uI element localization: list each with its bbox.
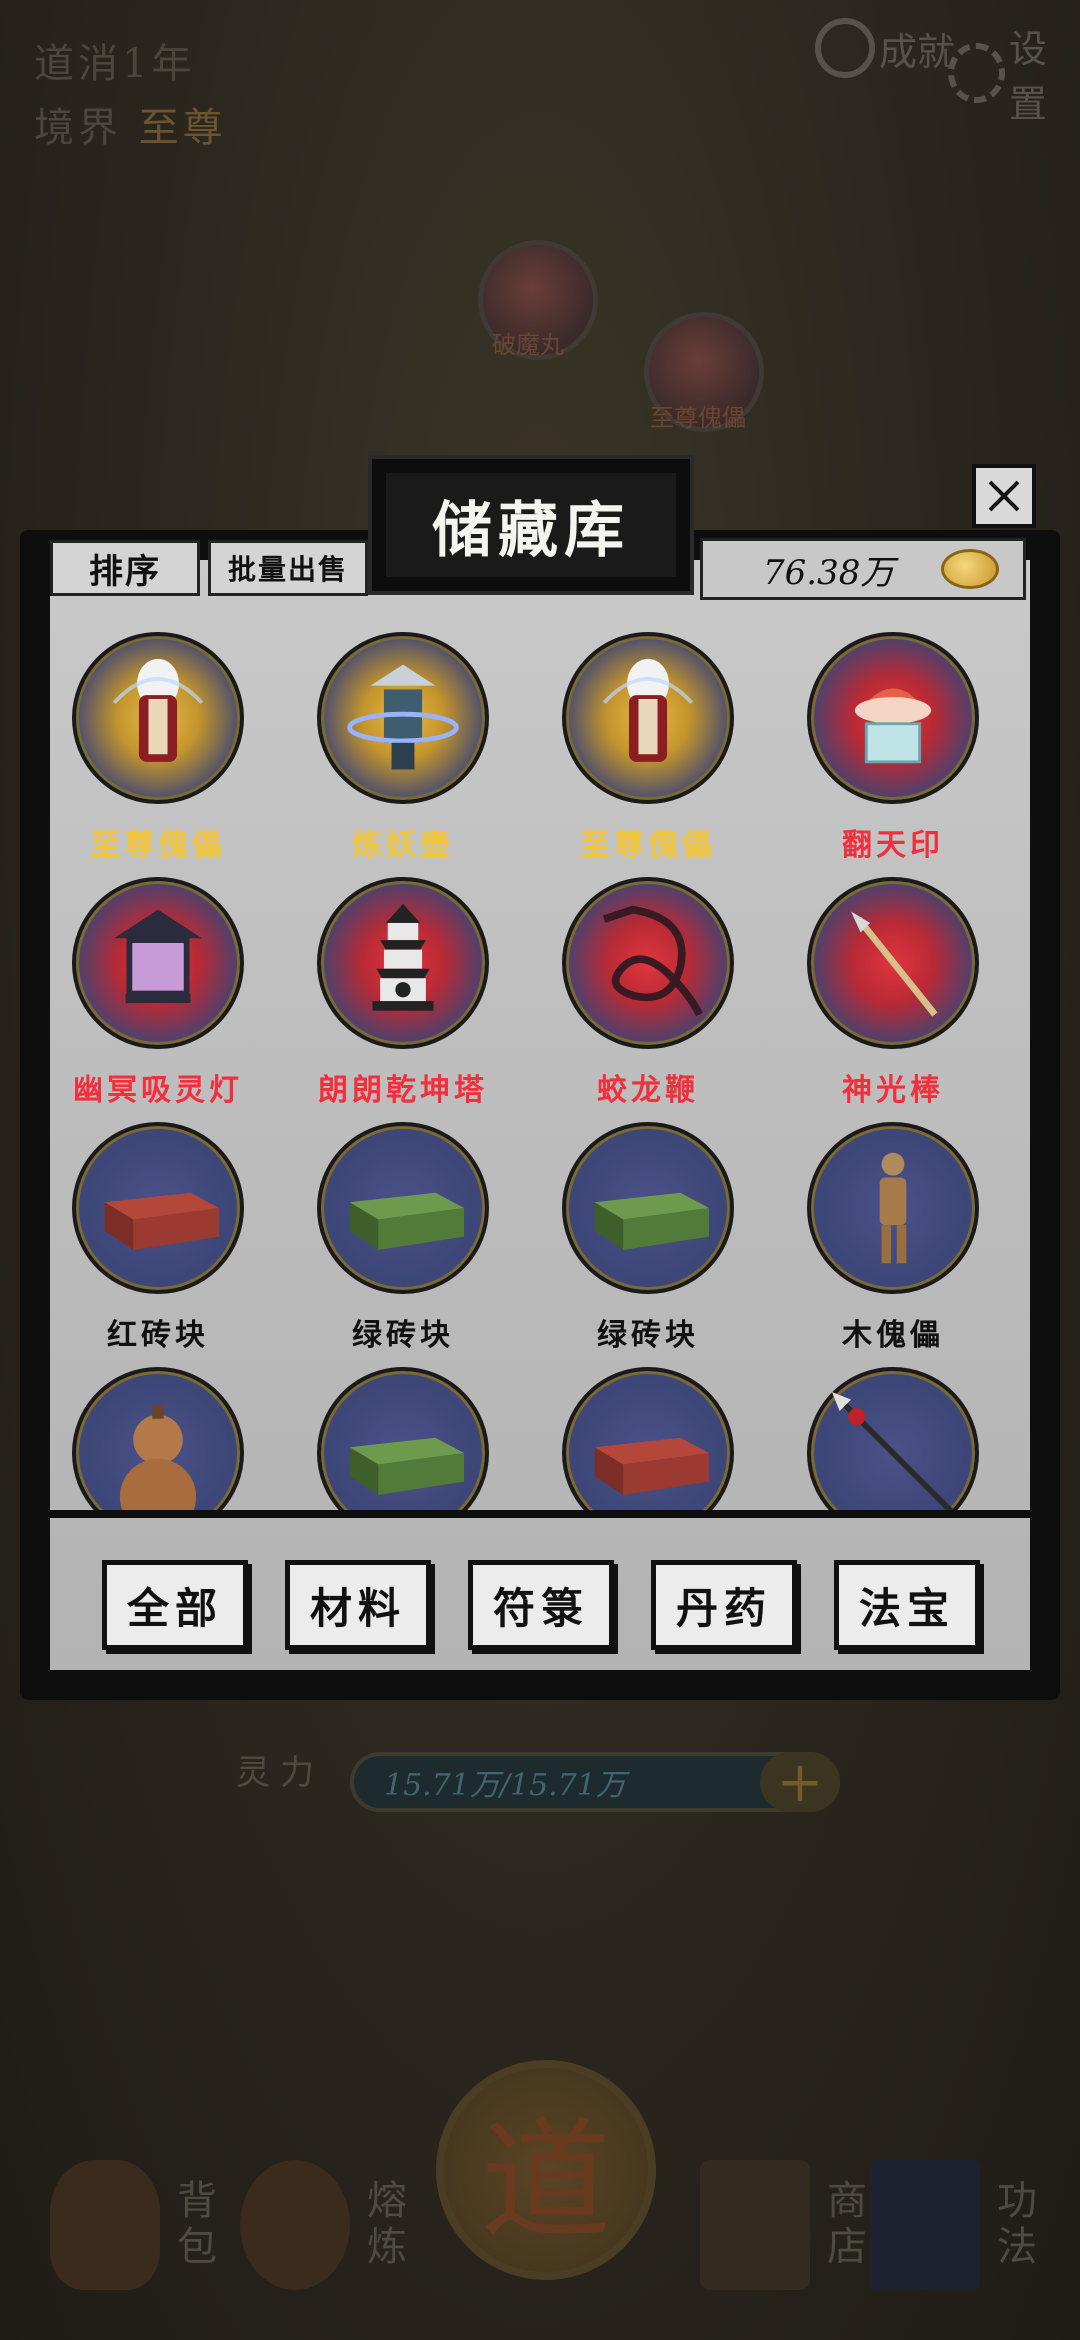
dao-glyph: 道 <box>480 2105 611 2257</box>
nav-bag[interactable]: 背包 <box>50 2160 222 2290</box>
pagoda-icon <box>372 903 434 1011</box>
red-brick-icon <box>104 1192 220 1250</box>
item-name: 幽冥吸灵灯 <box>73 1073 243 1108</box>
green-brick-icon <box>349 1192 465 1250</box>
nav-skills[interactable]: 功法 <box>870 2160 1042 2290</box>
nav-label: 背包 <box>170 2179 216 2271</box>
sort-button[interactable]: 排序 <box>50 540 200 596</box>
seal-icon <box>854 688 932 764</box>
item-slot[interactable] <box>317 632 489 804</box>
item-name: 至尊傀儡 <box>90 828 226 863</box>
spirit-add-button[interactable]: + <box>760 1750 840 1815</box>
book-icon <box>870 2160 980 2290</box>
item-name: 炼妖壶 <box>352 828 454 863</box>
settings-label: 设置 <box>1008 27 1047 126</box>
achievement-button[interactable]: 成就 <box>815 18 955 78</box>
dao-button[interactable]: 道 <box>436 2060 656 2280</box>
nav-label: 商店 <box>820 2179 866 2271</box>
item-slot[interactable] <box>807 632 979 804</box>
realm-label: 境界 <box>34 105 122 151</box>
nav-smelt[interactable]: 熔炼 <box>240 2160 412 2290</box>
item-slot[interactable] <box>72 1367 244 1512</box>
grid-divider <box>50 1510 1030 1518</box>
dao-age: 道消1年 <box>34 41 196 87</box>
lamp-icon <box>114 909 202 1004</box>
scroll-icon <box>700 2160 810 2290</box>
smelt-icon <box>240 2160 350 2290</box>
item-slot[interactable] <box>807 1367 979 1512</box>
item-slot[interactable] <box>72 632 244 804</box>
item-slot[interactable] <box>317 1367 489 1512</box>
item-name: 红砖块 <box>107 1318 209 1353</box>
item-name: 绿砖块 <box>597 1318 699 1353</box>
tab-talismans[interactable]: 符箓 <box>468 1560 614 1650</box>
player-info: 道消1年 境界 至尊 <box>34 32 227 160</box>
realm-value: 至尊 <box>138 105 227 151</box>
item-slot[interactable] <box>562 1367 734 1512</box>
item-slot[interactable] <box>562 632 734 804</box>
bulk-sell-button[interactable]: 批量出售 <box>208 540 368 596</box>
wood-puppet-icon <box>879 1152 907 1264</box>
coin-icon <box>941 549 999 589</box>
item-name: 蛟龙鞭 <box>597 1073 699 1108</box>
item-name: 翻天印 <box>842 828 944 863</box>
dialog-title-plate: 储藏库 <box>368 455 694 595</box>
spirit-label: 灵力 <box>236 1753 324 1793</box>
coin-value: 76.38万 <box>763 552 895 593</box>
orb-label: 至尊傀儡 <box>650 404 746 432</box>
item-slot[interactable] <box>317 1122 489 1294</box>
item-slot[interactable] <box>72 877 244 1049</box>
nav-label: 熔炼 <box>360 2179 406 2271</box>
item-slot[interactable] <box>562 877 734 1049</box>
lantern-pot-icon <box>347 664 459 770</box>
puppet-icon <box>112 658 204 762</box>
item-name: 朗朗乾坤塔 <box>318 1073 488 1108</box>
nav-shop[interactable]: 商店 <box>700 2160 872 2290</box>
achievement-label: 成就 <box>879 29 956 74</box>
item-name: 神光棒 <box>842 1073 944 1108</box>
item-name: 木傀儡 <box>842 1318 944 1353</box>
achievement-icon <box>815 18 875 78</box>
red-brick-icon <box>594 1437 710 1495</box>
item-slot[interactable] <box>317 877 489 1049</box>
green-brick-icon <box>594 1192 710 1250</box>
tab-treasures[interactable]: 法宝 <box>834 1560 980 1650</box>
tab-pills[interactable]: 丹药 <box>651 1560 797 1650</box>
tab-materials[interactable]: 材料 <box>285 1560 431 1650</box>
item-slot[interactable] <box>562 1122 734 1294</box>
item-slot[interactable] <box>72 1122 244 1294</box>
gear-icon <box>948 43 1005 103</box>
item-grid: 至尊傀儡 炼妖壶 至尊傀儡 翻天印幽冥吸灵灯 朗朗乾坤塔 蛟龙鞭 神光棒红砖块 绿砖块 绿砖块 木… <box>50 600 1030 1512</box>
puppet-icon <box>602 658 694 762</box>
green-brick-icon <box>349 1437 465 1495</box>
staff-icon <box>851 911 938 1017</box>
dialog-title: 储藏库 <box>386 473 676 577</box>
settings-button[interactable]: 设置 <box>948 18 1080 128</box>
item-slot[interactable] <box>807 1122 979 1294</box>
item-name: 绿砖块 <box>352 1318 454 1353</box>
gourd-icon <box>119 1405 197 1512</box>
item-slot[interactable] <box>807 877 979 1049</box>
close-button[interactable] <box>972 464 1036 528</box>
nav-label: 功法 <box>990 2179 1036 2271</box>
whip-icon <box>602 905 703 1017</box>
spear-icon <box>831 1391 957 1512</box>
tab-all[interactable]: 全部 <box>102 1560 248 1650</box>
item-name: 至尊傀儡 <box>580 828 716 863</box>
orb-label: 破魔丸 <box>492 331 564 359</box>
bag-icon <box>50 2160 160 2290</box>
close-icon <box>988 480 1020 512</box>
spirit-value: 15.71万/15.71万 <box>384 1768 626 1803</box>
coin-display: 76.38万 <box>700 538 1026 600</box>
